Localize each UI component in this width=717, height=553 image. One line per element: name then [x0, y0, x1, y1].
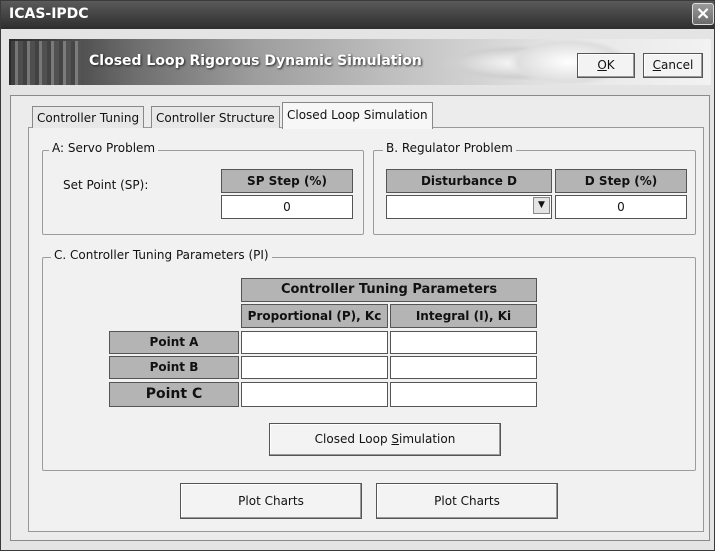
point-a-row-header: Point A — [109, 331, 239, 354]
plot-charts-label: Plot Charts — [238, 494, 304, 508]
point-c-kc-input[interactable] — [241, 382, 388, 407]
sp-step-value: 0 — [283, 200, 291, 214]
tuning-group-header-text: Controller Tuning Parameters — [280, 282, 498, 297]
sp-step-header: SP Step (%) — [221, 169, 353, 193]
sp-step-header-text: SP Step (%) — [247, 174, 327, 188]
app-window: ICAS-IPDC × Closed Loop Rigorous Dynamic… — [0, 0, 715, 551]
regulator-problem-legend: B. Regulator Problem — [383, 141, 516, 155]
point-b-label: Point B — [149, 360, 199, 374]
tab-label: Controller Structure — [156, 111, 275, 125]
tab-closed-loop-simulation[interactable]: Closed Loop Simulation — [282, 102, 433, 129]
disturbance-header-text: Disturbance D — [420, 174, 518, 188]
ki-column-header-text: Integral (I), Ki — [415, 309, 512, 323]
plot-charts-label: Plot Charts — [434, 494, 500, 508]
point-a-label: Point A — [149, 335, 199, 349]
sp-step-input[interactable]: 0 — [221, 195, 353, 219]
point-b-row-header: Point B — [109, 356, 239, 379]
simulate-label-before: Closed Loop — [314, 432, 392, 446]
ok-button[interactable]: OK — [577, 53, 635, 78]
servo-problem-legend: A: Servo Problem — [49, 141, 159, 155]
point-a-ki-input[interactable] — [390, 331, 537, 354]
tuning-group-header: Controller Tuning Parameters — [241, 278, 537, 302]
disturbance-dropdown[interactable]: ▼ — [386, 195, 552, 219]
point-c-ki-input[interactable] — [390, 382, 537, 407]
close-icon: × — [695, 3, 711, 24]
d-step-input[interactable]: 0 — [555, 195, 687, 219]
cancel-mnemonic: C — [652, 58, 662, 72]
close-button[interactable]: × — [692, 3, 714, 25]
disturbance-header: Disturbance D — [386, 169, 552, 193]
title-bar[interactable]: ICAS-IPDC × — [1, 1, 714, 29]
simulate-label-after: imulation — [399, 432, 456, 446]
point-a-kc-input[interactable] — [241, 331, 388, 354]
point-c-row-header: Point C — [109, 382, 239, 407]
tab-label: Controller Tuning — [37, 111, 140, 125]
closed-loop-simulation-button[interactable]: Closed Loop Simulation — [269, 423, 501, 456]
d-step-value: 0 — [617, 200, 625, 214]
tab-label: Closed Loop Simulation — [287, 108, 428, 122]
point-b-ki-input[interactable] — [390, 356, 537, 379]
ki-column-header: Integral (I), Ki — [390, 304, 537, 328]
d-step-header-text: D Step (%) — [584, 174, 658, 188]
tab-controller-structure[interactable]: Controller Structure — [151, 106, 280, 128]
chevron-down-icon[interactable]: ▼ — [533, 197, 550, 214]
window-title: ICAS-IPDC — [9, 6, 89, 22]
set-point-label: Set Point (SP): — [63, 178, 149, 192]
banner-title: Closed Loop Rigorous Dynamic Simulation — [89, 53, 422, 69]
simulate-mnemonic: S — [391, 432, 400, 446]
cancel-button[interactable]: Cancel — [643, 53, 703, 78]
kc-column-header: Proportional (P), Kc — [241, 304, 388, 328]
point-b-kc-input[interactable] — [241, 356, 388, 379]
plot-charts-button-1[interactable]: Plot Charts — [180, 483, 362, 519]
ok-label-rest: K — [606, 58, 615, 72]
cancel-label-rest: ancel — [661, 58, 694, 72]
tuning-parameters-legend: C. Controller Tuning Parameters (PI) — [51, 248, 272, 262]
kc-column-header-text: Proportional (P), Kc — [247, 309, 382, 323]
plot-charts-button-2[interactable]: Plot Charts — [376, 483, 558, 519]
banner-image-plant — [11, 41, 81, 85]
d-step-header: D Step (%) — [555, 169, 687, 193]
tab-controller-tuning[interactable]: Controller Tuning — [32, 106, 145, 128]
point-c-label: Point C — [145, 386, 203, 402]
ok-mnemonic: O — [597, 58, 607, 72]
